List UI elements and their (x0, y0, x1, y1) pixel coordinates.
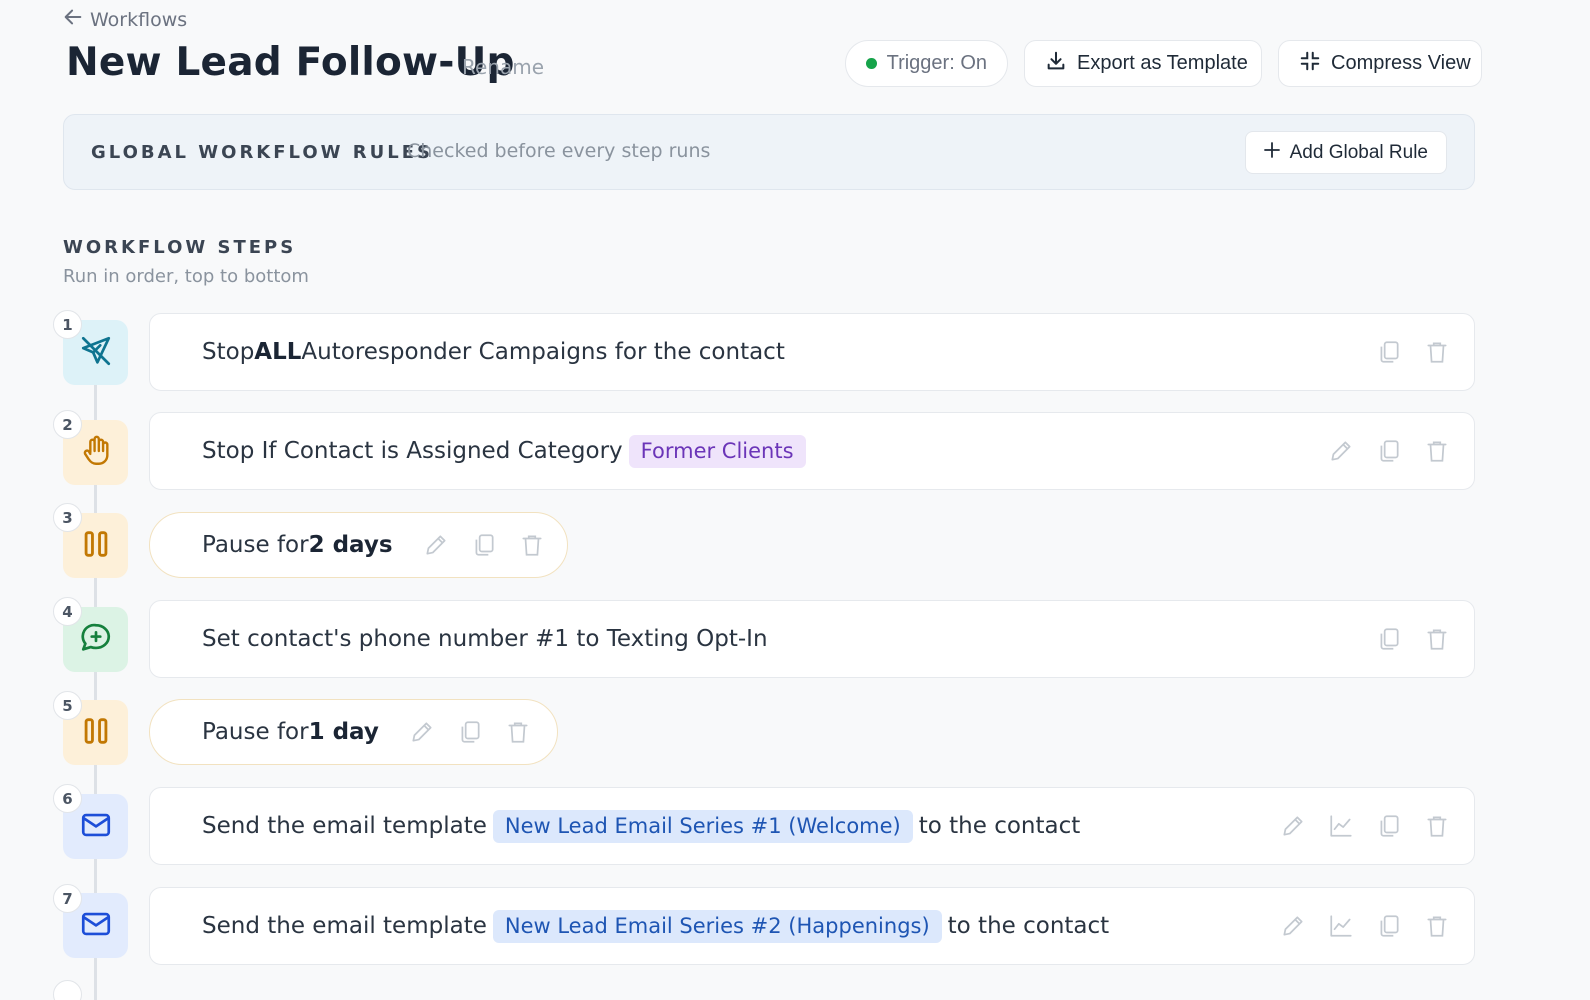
hand-stop-icon (79, 434, 113, 472)
copy-icon[interactable] (471, 532, 497, 558)
step-card-5[interactable]: Pause for 1 day (149, 699, 558, 765)
pencil-icon[interactable] (1280, 813, 1306, 839)
chart-line-icon[interactable] (1328, 913, 1354, 939)
copy-icon[interactable] (1376, 339, 1402, 365)
step-number: 2 (53, 410, 82, 439)
email-template-tag[interactable]: New Lead Email Series #2 (Happenings) (492, 909, 942, 943)
step-text-bold: 1 day (308, 719, 379, 745)
trigger-toggle[interactable]: Trigger: On (845, 40, 1008, 87)
category-tag[interactable]: Former Clients (628, 434, 806, 468)
step-number: 7 (53, 884, 82, 913)
step-card-6[interactable]: Send the email template New Lead Email S… (149, 787, 1475, 865)
pencil-icon[interactable] (1280, 913, 1306, 939)
back-link-label: Workflows (90, 8, 188, 31)
trash-icon[interactable] (1424, 339, 1450, 365)
step-number: 6 (53, 784, 82, 813)
back-link[interactable]: Workflows (62, 6, 187, 33)
trash-icon[interactable] (1424, 438, 1450, 464)
steps-section-title: WORKFLOW STEPS (63, 237, 297, 258)
step-text: Stop (202, 339, 255, 365)
trash-icon[interactable] (1424, 626, 1450, 652)
step-text: Stop If Contact is Assigned Category (202, 438, 623, 464)
copy-icon[interactable] (1376, 813, 1402, 839)
global-rules-label: GLOBAL WORKFLOW RULES (91, 142, 434, 163)
rename-link[interactable]: Rename (462, 55, 544, 79)
step-number-partial (53, 980, 82, 1000)
send-off-icon (79, 334, 113, 372)
copy-icon[interactable] (1376, 438, 1402, 464)
export-template-button[interactable]: Export as Template (1024, 40, 1262, 87)
export-label: Export as Template (1077, 52, 1248, 74)
trash-icon[interactable] (1424, 913, 1450, 939)
trigger-label: Trigger: On (886, 52, 987, 74)
mail-icon (79, 907, 113, 945)
pencil-icon[interactable] (1328, 438, 1354, 464)
add-global-rule-label: Add Global Rule (1289, 141, 1428, 163)
trigger-status-dot (866, 58, 877, 69)
step-text: Send the email template (202, 913, 487, 939)
compress-view-button[interactable]: Compress View (1278, 40, 1482, 87)
step-card-3[interactable]: Pause for 2 days (149, 512, 568, 578)
step-text: to the contact (947, 913, 1110, 939)
workflow-editor: Workflows New Lead Follow-Up Rename Trig… (0, 0, 1590, 1000)
global-rules-bar: GLOBAL WORKFLOW RULES Checked before eve… (63, 114, 1475, 190)
step-card-7[interactable]: Send the email template New Lead Email S… (149, 887, 1475, 965)
trash-icon[interactable] (505, 719, 531, 745)
trash-icon[interactable] (519, 532, 545, 558)
step-card-4[interactable]: Set contact's phone number #1 to Texting… (149, 600, 1475, 678)
global-rules-subtitle: Checked before every step runs (407, 140, 711, 162)
step-number: 5 (53, 691, 82, 720)
copy-icon[interactable] (1376, 913, 1402, 939)
step-text: Send the email template (202, 813, 487, 839)
email-template-tag[interactable]: New Lead Email Series #1 (Welcome) (492, 809, 913, 843)
step-text-bold: 2 days (308, 532, 393, 558)
pause-icon (79, 714, 113, 752)
step-number: 4 (53, 597, 82, 626)
add-global-rule-button[interactable]: Add Global Rule (1244, 131, 1447, 174)
step-text: Pause for (202, 719, 309, 745)
message-plus-icon (79, 621, 113, 659)
copy-icon[interactable] (1376, 626, 1402, 652)
step-number: 1 (53, 310, 82, 339)
step-text: Pause for (202, 532, 309, 558)
step-card-2[interactable]: Stop If Contact is Assigned Category For… (149, 412, 1475, 490)
compress-label: Compress View (1331, 52, 1471, 74)
arrow-left-icon (62, 6, 84, 33)
steps-section-subtitle: Run in order, top to bottom (63, 266, 309, 287)
download-icon (1045, 50, 1067, 78)
pencil-icon[interactable] (423, 532, 449, 558)
mail-icon (79, 808, 113, 846)
minimize-icon (1299, 50, 1321, 78)
step-number: 3 (53, 503, 82, 532)
step-text: Autoresponder Campaigns for the contact (301, 339, 785, 365)
copy-icon[interactable] (457, 719, 483, 745)
step-text: to the contact (918, 813, 1081, 839)
step-text: Set contact's phone number #1 to Texting… (202, 626, 768, 652)
page-title: New Lead Follow-Up (66, 40, 515, 85)
step-card-1[interactable]: Stop ALL Autoresponder Campaigns for the… (149, 313, 1475, 391)
plus-icon (1263, 141, 1280, 164)
chart-line-icon[interactable] (1328, 813, 1354, 839)
step-text-bold: ALL (254, 339, 302, 365)
pencil-icon[interactable] (409, 719, 435, 745)
pause-icon (79, 527, 113, 565)
trash-icon[interactable] (1424, 813, 1450, 839)
